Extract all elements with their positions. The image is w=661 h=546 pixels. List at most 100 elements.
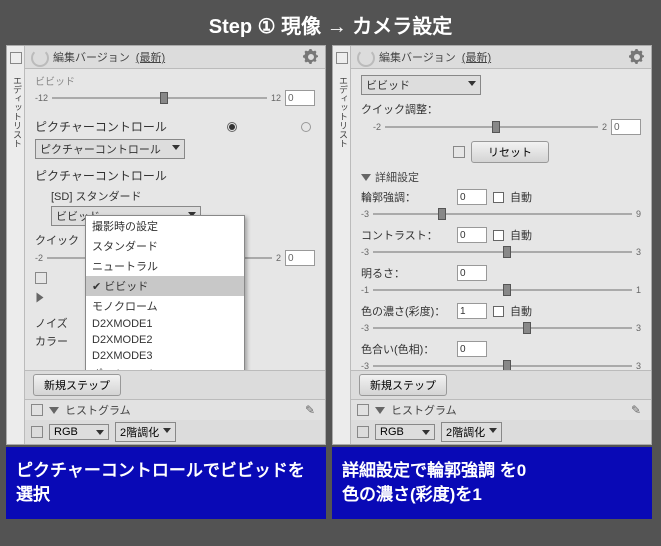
hist-label: ヒストグラム bbox=[391, 402, 457, 418]
pc-dropdown: 撮影時の設定 スタンダード ニュートラル ビビッド モノクローム D2XMODE… bbox=[85, 215, 245, 370]
radio-on[interactable] bbox=[227, 122, 237, 132]
topbar-label: 編集バージョン bbox=[379, 49, 456, 65]
prev-selection-peek: ビビッド bbox=[35, 73, 315, 88]
sat-slider[interactable] bbox=[373, 321, 632, 335]
version-link[interactable]: (最新) bbox=[136, 49, 165, 65]
topbar: 編集バージョン (最新) bbox=[351, 46, 651, 69]
pc-title: ピクチャーコントロール bbox=[35, 118, 167, 135]
edit-list-tab[interactable]: エディットリスト bbox=[7, 46, 25, 444]
page-title: Step ① 現像 → カメラ設定 bbox=[0, 0, 661, 45]
hist-tri-icon[interactable] bbox=[49, 407, 59, 414]
sharp-slider[interactable] bbox=[373, 207, 632, 221]
hist-tri-icon[interactable] bbox=[375, 407, 385, 414]
contrast-value[interactable]: 0 bbox=[457, 227, 487, 243]
sat-label: 色の濃さ(彩度)： bbox=[361, 303, 451, 319]
pen-icon[interactable] bbox=[631, 403, 645, 417]
topbar-label: 編集バージョン bbox=[53, 49, 130, 65]
quick-value[interactable]: 0 bbox=[611, 119, 641, 135]
hue-label: 色合い(色相)： bbox=[361, 341, 451, 357]
dd-item[interactable]: D2XMODE2 bbox=[86, 332, 244, 348]
hist-box-icon[interactable] bbox=[31, 404, 43, 416]
quick-max: 2 bbox=[276, 253, 281, 263]
sat-auto-check[interactable] bbox=[493, 306, 504, 317]
bright-label: 明るさ： bbox=[361, 265, 451, 281]
box-icon bbox=[35, 272, 47, 284]
contrast-max: 3 bbox=[636, 247, 641, 257]
rgb-select[interactable]: RGB bbox=[375, 424, 435, 440]
left-panel: エディットリスト 編集バージョン (最新) ビビッド -12 12 0 ピクチャ… bbox=[6, 45, 326, 445]
pc-sd-label: [SD] スタンダード bbox=[51, 188, 141, 204]
sat-max: 3 bbox=[636, 323, 641, 333]
dd-item[interactable]: D2XMODE3 bbox=[86, 348, 244, 364]
sharp-auto-check[interactable] bbox=[493, 192, 504, 203]
sharp-value[interactable]: 0 bbox=[457, 189, 487, 205]
pc-subtitle: ピクチャーコントロール bbox=[35, 167, 167, 184]
contrast-auto-check[interactable] bbox=[493, 230, 504, 241]
radio-off[interactable] bbox=[301, 122, 311, 132]
slider[interactable] bbox=[52, 91, 267, 105]
bright-max: 1 bbox=[636, 285, 641, 295]
sharp-label: 輪郭強調： bbox=[361, 189, 451, 205]
dd-item[interactable]: モノクローム bbox=[86, 296, 244, 316]
hist-box-icon[interactable] bbox=[357, 404, 369, 416]
contrast-min: -3 bbox=[361, 247, 369, 257]
dd-item[interactable]: D2XMODE1 bbox=[86, 316, 244, 332]
tone-select[interactable]: 2階調化 bbox=[441, 422, 502, 442]
pc-vivid-select[interactable]: ビビッド bbox=[361, 75, 481, 95]
ruler-value[interactable]: 0 bbox=[285, 90, 315, 106]
sharp-max: 9 bbox=[636, 209, 641, 219]
version-link[interactable]: (最新) bbox=[462, 49, 491, 65]
hist2-box-icon[interactable] bbox=[31, 426, 43, 438]
quick-min: -2 bbox=[35, 253, 43, 263]
tone-select[interactable]: 2階調化 bbox=[115, 422, 176, 442]
gear-icon[interactable] bbox=[629, 49, 645, 65]
tri-down-icon[interactable] bbox=[361, 174, 371, 181]
auto-label: 自動 bbox=[510, 227, 532, 243]
hue-max: 3 bbox=[636, 361, 641, 370]
bright-min: -1 bbox=[361, 285, 369, 295]
dd-item[interactable]: スタンダード bbox=[86, 236, 244, 256]
caption-left: ピクチャーコントロールでビビッドを選択 bbox=[6, 447, 326, 519]
sat-min: -3 bbox=[361, 323, 369, 333]
dd-item[interactable]: ポートレート bbox=[86, 364, 244, 370]
pc-select[interactable]: ピクチャーコントロール bbox=[35, 139, 185, 159]
color-label: カラー bbox=[35, 333, 68, 349]
tri-icon[interactable] bbox=[37, 293, 44, 303]
contrast-slider[interactable] bbox=[373, 245, 632, 259]
spinner-icon bbox=[31, 49, 47, 65]
quick-label: クイック bbox=[35, 232, 79, 248]
ruler-max: 12 bbox=[271, 93, 281, 103]
hue-slider[interactable] bbox=[373, 359, 632, 370]
rgb-select[interactable]: RGB bbox=[49, 424, 109, 440]
sat-value[interactable]: 1 bbox=[457, 303, 487, 319]
pen-icon[interactable] bbox=[305, 403, 319, 417]
hist-label: ヒストグラム bbox=[65, 402, 131, 418]
quick-slider[interactable] bbox=[385, 120, 598, 134]
new-step-button[interactable]: 新規ステップ bbox=[359, 374, 447, 396]
new-step-button[interactable]: 新規ステップ bbox=[33, 374, 121, 396]
quick-value[interactable]: 0 bbox=[285, 250, 315, 266]
detail-label: 詳細設定 bbox=[375, 169, 419, 185]
edit-list-tab[interactable]: エディットリスト bbox=[333, 46, 351, 444]
right-panel: エディットリスト 編集バージョン (最新) ビビッド クイック調整： -3 -2… bbox=[332, 45, 652, 445]
quick-label: クイック調整： bbox=[361, 101, 438, 117]
bright-slider[interactable] bbox=[373, 283, 632, 297]
sharp-min: -3 bbox=[361, 209, 369, 219]
hue-min: -3 bbox=[361, 361, 369, 370]
dd-item[interactable]: 撮影時の設定 bbox=[86, 216, 244, 236]
hist2-box-icon[interactable] bbox=[357, 426, 369, 438]
dd-item[interactable]: ニュートラル bbox=[86, 256, 244, 276]
ruler-min: -12 bbox=[35, 93, 48, 103]
topbar: 編集バージョン (最新) bbox=[25, 46, 325, 69]
reset-icon bbox=[453, 146, 465, 158]
caption-right: 詳細設定で輪郭強調 を0 色の濃さ(彩度)を1 bbox=[332, 447, 652, 519]
auto-label: 自動 bbox=[510, 189, 532, 205]
noise-label: ノイズ bbox=[35, 315, 68, 331]
gear-icon[interactable] bbox=[303, 49, 319, 65]
hue-value[interactable]: 0 bbox=[457, 341, 487, 357]
contrast-label: コントラスト： bbox=[361, 227, 451, 243]
reset-button[interactable]: リセット bbox=[471, 141, 549, 163]
dd-item-selected[interactable]: ビビッド bbox=[86, 276, 244, 296]
bright-value[interactable]: 0 bbox=[457, 265, 487, 281]
auto-label: 自動 bbox=[510, 303, 532, 319]
